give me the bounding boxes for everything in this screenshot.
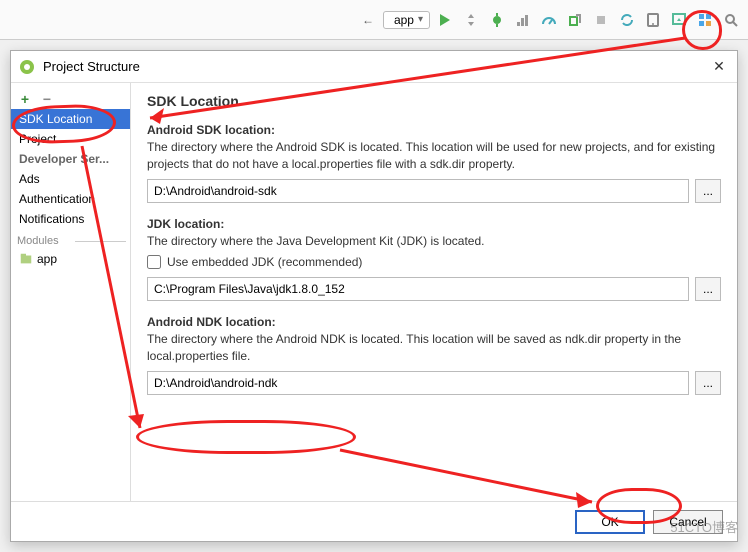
ndk-browse-button[interactable]: ... (695, 371, 721, 395)
jdk-browse-button[interactable]: ... (695, 277, 721, 301)
module-icon (19, 252, 33, 266)
sidebar: + − SDK Location Project Developer Ser..… (11, 83, 131, 501)
avd-manager-icon[interactable] (642, 9, 664, 31)
run-config-chip[interactable]: app ▾ (383, 11, 430, 29)
sdk-path-input[interactable] (147, 179, 689, 203)
android-studio-icon (19, 59, 35, 75)
debug-icon[interactable] (486, 9, 508, 31)
jdk-label: JDK location: (147, 217, 721, 231)
ide-toolbar: ← app ▾ (0, 0, 748, 40)
panel-heading: SDK Location (147, 93, 721, 109)
sidebar-item-ads[interactable]: Ads (11, 169, 130, 189)
sidebar-item-sdk-location[interactable]: SDK Location (11, 109, 130, 129)
dialog-footer: OK Cancel (11, 501, 737, 541)
sdk-desc: The directory where the Android SDK is l… (147, 139, 721, 173)
back-icon[interactable]: ← (357, 9, 379, 31)
project-structure-icon[interactable] (694, 9, 716, 31)
stop-icon[interactable] (590, 9, 612, 31)
sidebar-item-developer-services[interactable]: Developer Ser... (11, 149, 130, 169)
project-structure-dialog: Project Structure ✕ + − SDK Location Pro… (10, 50, 738, 542)
speed-icon[interactable] (538, 9, 560, 31)
close-icon[interactable]: ✕ (709, 58, 729, 75)
profiler-icon[interactable] (512, 9, 534, 31)
sdk-manager-icon[interactable] (668, 9, 690, 31)
jdk-desc: The directory where the Java Development… (147, 233, 721, 250)
ndk-desc: The directory where the Android NDK is l… (147, 331, 721, 365)
dialog-titlebar: Project Structure ✕ (11, 51, 737, 83)
ndk-path-input[interactable] (147, 371, 689, 395)
sidebar-item-notifications[interactable]: Notifications (11, 209, 130, 229)
use-embedded-jdk-label: Use embedded JDK (recommended) (167, 255, 362, 269)
ndk-label: Android NDK location: (147, 315, 721, 329)
use-embedded-jdk-checkbox[interactable] (147, 255, 161, 269)
sdk-browse-button[interactable]: ... (695, 179, 721, 203)
add-icon[interactable]: + (17, 91, 33, 107)
jdk-path-input[interactable] (147, 277, 689, 301)
remove-icon[interactable]: − (39, 91, 55, 107)
chevron-down-icon: ▾ (418, 14, 423, 25)
run-config-label: app (394, 13, 414, 27)
attach-icon[interactable] (564, 9, 586, 31)
ndk-section: Android NDK location: The directory wher… (147, 315, 721, 395)
sdk-section: Android SDK location: The directory wher… (147, 123, 721, 203)
module-label: app (37, 252, 57, 266)
jdk-section: JDK location: The directory where the Ja… (147, 217, 721, 302)
ok-button[interactable]: OK (575, 510, 645, 534)
sync-icon[interactable] (616, 9, 638, 31)
main-panel: SDK Location Android SDK location: The d… (131, 83, 737, 501)
modules-separator: Modules (11, 235, 130, 247)
run-icon[interactable] (434, 9, 456, 31)
sidebar-item-authentication[interactable]: Authentication (11, 189, 130, 209)
sidebar-module-app[interactable]: app (11, 249, 130, 269)
search-icon[interactable] (720, 9, 742, 31)
sidebar-item-project[interactable]: Project (11, 129, 130, 149)
watermark: 51CTO博客 (670, 517, 738, 536)
sdk-label: Android SDK location: (147, 123, 721, 137)
dialog-title: Project Structure (43, 59, 709, 74)
apply-changes-icon[interactable] (460, 9, 482, 31)
